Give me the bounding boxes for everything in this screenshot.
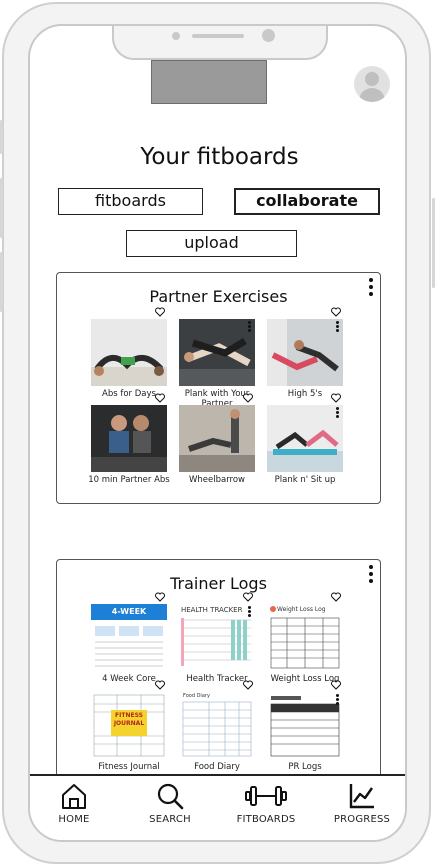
nav-label: FITBOARDS: [236, 814, 296, 825]
chart-icon: [349, 784, 374, 809]
board-item-label: Fitness Journal: [98, 762, 160, 772]
exercise-photo: [179, 405, 255, 472]
log-thumb-heading: HEALTH TRACKER: [181, 606, 243, 614]
tab-collaborate[interactable]: collaborate: [234, 188, 380, 215]
log-thumb-heading: Weight Loss Log: [277, 606, 326, 613]
item-menu-icon[interactable]: [336, 407, 340, 419]
log-thumbnail: [267, 692, 343, 759]
dumbbell-icon: [245, 786, 287, 806]
board-item-label: PR Logs: [288, 762, 322, 772]
exercise-photo: [91, 405, 167, 472]
heart-icon[interactable]: [155, 592, 165, 602]
heart-icon[interactable]: [155, 393, 165, 403]
log-thumbnail: Weight Loss Log: [267, 604, 343, 671]
tab-upload[interactable]: upload: [126, 230, 297, 257]
heart-icon[interactable]: [331, 592, 341, 602]
log-thumbnail: 4-WEEK: [91, 604, 167, 671]
exercise-photo: [91, 319, 167, 386]
log-thumb-heading: FITNESS JOURNAL: [113, 712, 145, 727]
nav-label: HOME: [58, 814, 90, 825]
logo-placeholder: [151, 60, 267, 104]
tab-fitboards[interactable]: fitboards: [58, 188, 203, 215]
board-menu-icon[interactable]: [368, 278, 374, 298]
nav-home[interactable]: HOME: [34, 782, 114, 825]
log-thumbnail: FITNESS JOURNAL: [91, 692, 167, 759]
heart-icon[interactable]: [331, 307, 341, 317]
nav-label: PROGRESS: [333, 814, 391, 825]
heart-icon[interactable]: [331, 680, 341, 690]
phone-side-button: [0, 120, 3, 154]
board-item-label: Food Diary: [194, 762, 240, 772]
screen: Your fitboards fitboards collaborate upl…: [28, 24, 407, 842]
notch: [112, 26, 328, 60]
board-item-label: 10 min Partner Abs: [88, 475, 170, 485]
item-menu-icon[interactable]: [336, 694, 340, 706]
exercise-photo: [267, 405, 343, 472]
nav-progress[interactable]: PROGRESS: [322, 782, 402, 825]
board-item-label: Wheelbarrow: [188, 475, 246, 485]
item-menu-icon[interactable]: [336, 321, 340, 333]
log-thumbnail: Food Diary: [179, 692, 255, 759]
nav-fitboards[interactable]: FITBOARDS: [226, 782, 306, 825]
avatar[interactable]: [354, 66, 390, 102]
nav-search[interactable]: SEARCH: [130, 782, 210, 825]
board-partner-exercises[interactable]: Partner Exercises Abs for Days Plank wit…: [56, 272, 381, 504]
item-menu-icon[interactable]: [248, 606, 252, 618]
log-thumb-heading: Food Diary: [183, 693, 210, 699]
board-title: Trainer Logs: [170, 574, 267, 593]
board-trainer-logs[interactable]: Trainer Logs 4-WEEK 4 Week Core HEALTH T…: [56, 559, 381, 799]
exercise-photo: [179, 319, 255, 386]
search-icon: [157, 783, 184, 810]
phone-side-button: [0, 178, 3, 238]
heart-icon[interactable]: [243, 393, 253, 403]
bottom-nav: HOME SEARCH FITBOARDS PROGRESS: [30, 774, 405, 840]
board-title: Partner Exercises: [149, 287, 288, 306]
home-icon: [62, 784, 86, 809]
log-thumbnail: HEALTH TRACKER: [179, 604, 255, 671]
board-menu-icon[interactable]: [368, 565, 374, 585]
item-menu-icon[interactable]: [248, 321, 252, 333]
heart-icon[interactable]: [243, 680, 253, 690]
phone-side-button: [0, 252, 3, 312]
heart-icon[interactable]: [331, 393, 341, 403]
log-thumb-heading: 4-WEEK: [91, 604, 167, 620]
heart-icon[interactable]: [155, 680, 165, 690]
heart-icon[interactable]: [243, 592, 253, 602]
exercise-photo: [267, 319, 343, 386]
nav-label: SEARCH: [149, 814, 191, 825]
board-item-label: Plank n' Sit up: [274, 475, 336, 485]
heart-icon[interactable]: [155, 307, 165, 317]
page-title: Your fitboards: [140, 144, 299, 170]
